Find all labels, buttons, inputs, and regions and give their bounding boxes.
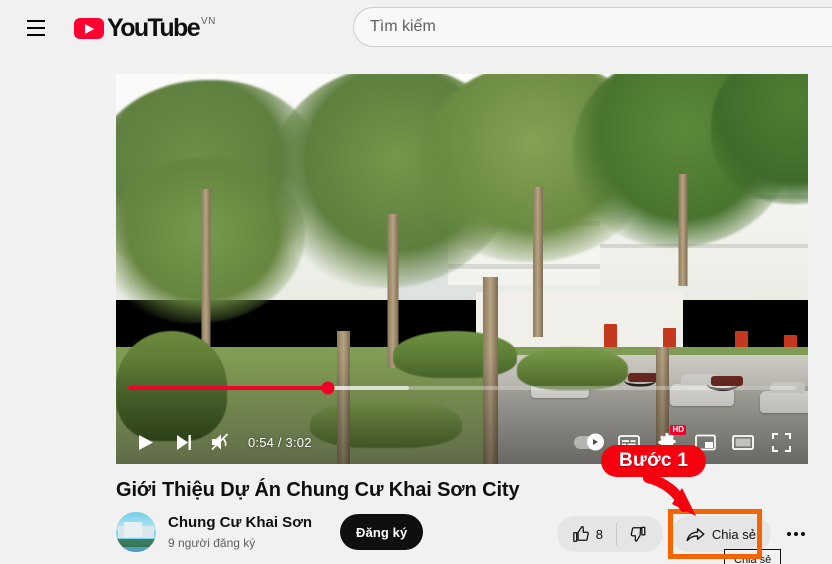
theater-mode-button[interactable] <box>724 423 762 461</box>
video-frame <box>116 74 808 464</box>
share-arrow-icon <box>686 527 705 541</box>
youtube-watch-page: YouTube VN Tìm kiếm 0:54 / 3:02 HD Giới … <box>0 0 832 564</box>
hamburger-menu-icon[interactable] <box>16 8 56 48</box>
fullscreen-button[interactable] <box>762 423 800 461</box>
video-title: Giới Thiệu Dự Án Chung Cư Khai Sơn City <box>116 479 520 501</box>
youtube-play-icon <box>74 18 104 39</box>
played-bar <box>128 386 329 390</box>
progress-bar[interactable] <box>128 381 796 395</box>
like-count: 8 <box>595 526 603 542</box>
channel-owner-row: Chung Cư Khai Sơn 9 người đăng ký Đăng k… <box>116 512 424 552</box>
mute-button[interactable] <box>202 423 240 461</box>
hd-quality-badge: HD <box>670 425 686 435</box>
more-actions-button[interactable] <box>778 516 814 552</box>
youtube-logo[interactable]: YouTube VN <box>74 15 216 41</box>
share-label: Chia sẻ <box>711 526 756 542</box>
progress-scrubber[interactable] <box>321 381 335 395</box>
youtube-logo-text: YouTube <box>107 14 201 42</box>
step-arrow-icon <box>643 474 696 516</box>
video-player[interactable]: 0:54 / 3:02 HD <box>116 74 808 464</box>
step-1-badge: Bước 1 <box>601 445 707 477</box>
country-code-label: VN <box>201 16 216 27</box>
masthead: YouTube VN <box>0 0 832 56</box>
subscribe-button[interactable]: Đăng ký <box>340 514 424 550</box>
next-video-button[interactable] <box>164 423 202 461</box>
thumbs-up-icon <box>572 526 589 542</box>
search-input[interactable] <box>370 18 770 36</box>
channel-avatar[interactable] <box>116 512 156 552</box>
like-button[interactable]: 8 <box>559 516 616 552</box>
time-display: 0:54 / 3:02 <box>248 434 312 450</box>
thumbs-down-icon <box>630 526 646 542</box>
search-bar[interactable] <box>353 7 832 47</box>
share-tooltip: Chia sẻ <box>724 549 782 564</box>
channel-name[interactable]: Chung Cư Khai Sơn <box>168 513 312 533</box>
play-button[interactable] <box>126 423 164 461</box>
subscriber-count: 9 người đăng ký <box>168 535 256 550</box>
